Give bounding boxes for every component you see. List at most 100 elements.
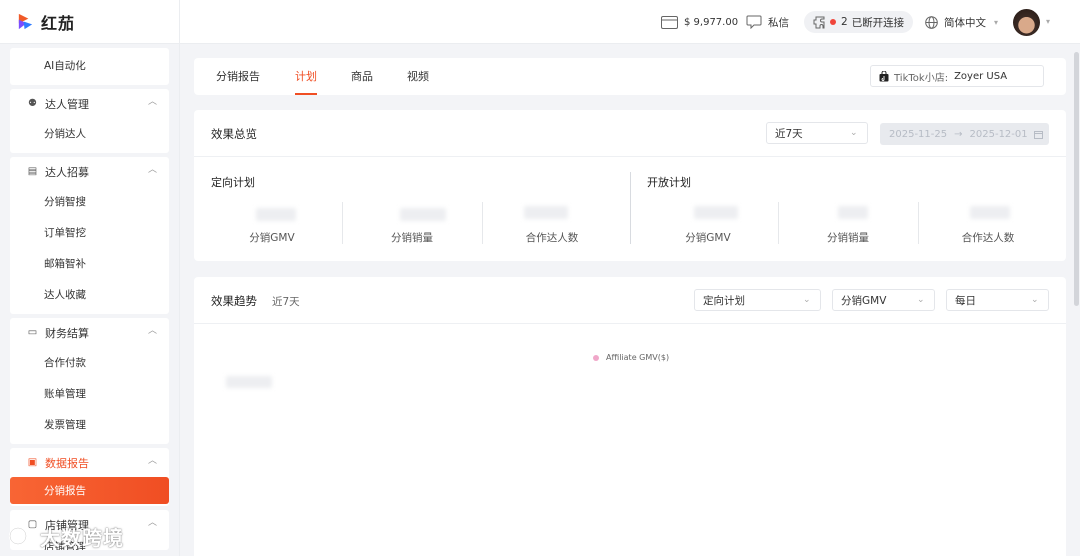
- plan-type-value: 定向计划: [703, 294, 745, 307]
- language-select[interactable]: 简体中文 ▾: [925, 0, 998, 44]
- chevron-up-icon: ︿: [148, 326, 158, 336]
- divider: [194, 156, 1066, 157]
- metric-value-masked: [838, 206, 868, 219]
- metric-value-masked: [524, 206, 568, 219]
- tab-affiliate-report[interactable]: 分销报告: [216, 58, 260, 95]
- chevron-down-icon: ⌄: [917, 295, 925, 305]
- logo[interactable]: 红茄: [0, 0, 179, 44]
- metric-label: 分销GMV: [249, 232, 295, 244]
- watermark: 大数跨境: [8, 520, 124, 552]
- metric-value-masked: [970, 206, 1010, 219]
- chevron-down-icon[interactable]: ▾: [1046, 17, 1050, 26]
- legend-label: Affiliate GMV($): [606, 353, 670, 362]
- metric-select[interactable]: 分销GMV ⌄: [832, 289, 935, 311]
- disconnected-dot: [830, 19, 836, 25]
- divider: [342, 202, 343, 244]
- shop-label: TikTok小店:: [894, 72, 949, 84]
- sidebar-item-ai-automation[interactable]: AI自动化: [10, 50, 169, 81]
- divider: [194, 323, 1066, 324]
- calendar-icon: [1033, 130, 1043, 139]
- trend-subtitle: 近7天: [272, 296, 300, 308]
- top-bar: $ 9,977.00 私信 2 已断开连接 简体中文 ▾ ▾: [180, 0, 1080, 44]
- tab-products[interactable]: 商品: [351, 58, 373, 95]
- sidebar-item-bills[interactable]: 账单管理: [10, 378, 169, 409]
- tab-videos[interactable]: 视频: [407, 58, 429, 95]
- metric-label: 合作达人数: [525, 232, 579, 244]
- sidebar-group-header[interactable]: ▭ 财务结算 ︿: [10, 318, 169, 347]
- metric-value-masked: [256, 208, 296, 221]
- connection-count: 2: [841, 16, 848, 28]
- targeted-plan-title: 定向计划: [211, 176, 255, 189]
- chevron-down-icon: ▾: [994, 17, 999, 27]
- tiktok-bag-icon: [879, 70, 889, 81]
- report-tabs-card: 分销报告 计划 商品 视频 TikTok小店: Zoyer USA: [194, 58, 1066, 95]
- sidebar: 红茄 AI自动化 ⚉ 达人管理 ︿ 分销达人 ▤ 达人招募 ︿ 分销智搜 订单智…: [0, 0, 180, 556]
- metric-label: 合作达人数: [961, 232, 1015, 244]
- scrollbar[interactable]: [1074, 52, 1079, 306]
- chevron-down-icon: ⌄: [850, 128, 858, 138]
- sidebar-group-finance: ▭ 财务结算 ︿ 合作付款 账单管理 发票管理: [10, 318, 169, 444]
- brand-logo-icon: [18, 13, 33, 30]
- divider: [778, 202, 779, 244]
- sidebar-group-creator-management: ⚉ 达人管理 ︿ 分销达人: [10, 89, 169, 153]
- sidebar-group-data-reports: ▣ 数据报告 ︿ 分销报告: [10, 448, 169, 506]
- brand-name: 红茄: [41, 13, 76, 33]
- messages-button[interactable]: 私信: [746, 0, 789, 44]
- divider: [918, 202, 919, 244]
- chevron-up-icon: ︿: [148, 456, 158, 466]
- chevron-down-icon: ⌄: [803, 295, 811, 305]
- chart-legend[interactable]: Affiliate GMV($): [593, 353, 669, 362]
- legend-dot: [593, 354, 599, 361]
- date-start: 2025-11-25: [889, 128, 948, 140]
- sidebar-group-header[interactable]: ▤ 达人招募 ︿: [10, 157, 169, 186]
- card-icon: [661, 15, 678, 29]
- granularity-select[interactable]: 每日 ⌄: [946, 289, 1049, 311]
- watermark-text: 大数跨境: [40, 525, 124, 550]
- plan-type-select[interactable]: 定向计划 ⌄: [694, 289, 821, 311]
- overview-range-select[interactable]: 近7天 ⌄: [766, 122, 868, 144]
- trend-title: 效果趋势: [211, 294, 257, 308]
- creator-management-icon: ⚉: [28, 98, 37, 109]
- tab-plans[interactable]: 计划: [295, 58, 317, 95]
- chevron-up-icon: ︿: [148, 97, 158, 107]
- sidebar-group-title: 达人招募: [45, 165, 89, 179]
- metric-label: 分销销量: [827, 232, 869, 244]
- sidebar-group-title: 数据报告: [45, 456, 89, 470]
- connection-status[interactable]: 2 已断开连接: [804, 11, 914, 33]
- range-select-value: 近7天: [775, 127, 803, 140]
- sidebar-group-title: 达人管理: [45, 97, 89, 111]
- sidebar-item-order-mining[interactable]: 订单智挖: [10, 217, 169, 248]
- metric-value-masked: [400, 208, 446, 221]
- plugin-icon: [813, 16, 825, 28]
- chevron-up-icon: ︿: [148, 165, 158, 175]
- sidebar-item-smart-search[interactable]: 分销智搜: [10, 186, 169, 217]
- recruitment-icon: ▤: [27, 166, 38, 177]
- overview-card: 效果总览 近7天 ⌄ 2025-11-25 → 2025-12-01 定向计划 …: [194, 110, 1066, 261]
- sidebar-item-payments[interactable]: 合作付款: [10, 347, 169, 378]
- date-range-picker[interactable]: 2025-11-25 → 2025-12-01: [880, 123, 1049, 145]
- messages-label: 私信: [768, 16, 789, 29]
- divider: [482, 202, 483, 244]
- balance[interactable]: $ 9,977.00: [661, 0, 738, 44]
- avatar[interactable]: [1013, 9, 1040, 36]
- language-label: 简体中文: [944, 16, 986, 29]
- chart-value-masked: [226, 376, 272, 388]
- overview-title: 效果总览: [211, 127, 257, 141]
- shop-select[interactable]: TikTok小店: Zoyer USA: [870, 65, 1044, 87]
- sidebar-item-creator-favorites[interactable]: 达人收藏: [10, 279, 169, 310]
- open-plan-title: 开放计划: [647, 176, 691, 189]
- trend-card: 效果趋势 近7天 定向计划 ⌄ 分销GMV ⌄ 每日 ⌄ Affiliate G…: [194, 277, 1066, 556]
- sidebar-item-affiliate-creators[interactable]: 分销达人: [10, 118, 169, 149]
- chat-icon: [746, 15, 762, 29]
- sidebar-group-title: 财务结算: [45, 326, 89, 340]
- section-divider: [630, 172, 631, 244]
- sidebar-item-affiliate-report[interactable]: 分销报告: [10, 477, 169, 504]
- chevron-up-icon: ︿: [148, 518, 158, 528]
- sidebar-group-header[interactable]: ▣ 数据报告 ︿: [10, 448, 169, 477]
- date-separator: →: [954, 128, 963, 140]
- metric-value-masked: [694, 206, 738, 219]
- balance-amount: $ 9,977.00: [684, 16, 739, 28]
- sidebar-item-invoices[interactable]: 发票管理: [10, 409, 169, 440]
- sidebar-group-header[interactable]: ⚉ 达人管理 ︿: [10, 89, 169, 118]
- sidebar-item-email-fill[interactable]: 邮箱智补: [10, 248, 169, 279]
